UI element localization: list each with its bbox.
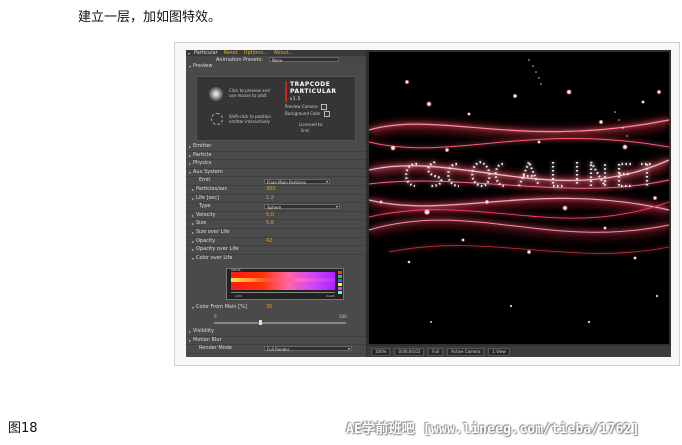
- preview-box[interactable]: Click to preview and use mouse to orbit …: [196, 76, 356, 141]
- effect-name: Particular: [194, 50, 218, 56]
- opacity-row: ▸ Opacity 42: [186, 238, 366, 247]
- resolution-dropdown[interactable]: Full: [428, 347, 444, 356]
- trapcode-logo: TRAPCODE PARTICULAR v1.5: [285, 81, 337, 102]
- emit-row: Emit From Main Particles: [186, 177, 366, 186]
- color-from-main-value[interactable]: 35: [266, 304, 272, 312]
- color-from-main-slider[interactable]: [214, 322, 346, 324]
- particles-sec-row: ▸ Particles/sec 300: [186, 186, 366, 195]
- animation-presets-row: Animation Presets: None: [186, 56, 366, 63]
- licensee-name: linni: [301, 128, 310, 133]
- slider-max-label: 100: [339, 314, 347, 319]
- effect-controls-panel: ▾ Particular Reset Options... About... A…: [186, 50, 366, 357]
- background-color-option[interactable]: Background Color: [285, 111, 330, 117]
- motion-blur-row[interactable]: ▸ Motion Blur: [186, 337, 366, 346]
- background-color-checkbox[interactable]: [323, 111, 330, 117]
- grad-left-label: birth: [235, 294, 243, 298]
- reset-link[interactable]: Reset: [224, 50, 238, 56]
- animation-presets-label: Animation Presets:: [216, 56, 263, 63]
- preview-hint-2: Shift-click to position emitter interact…: [229, 114, 271, 124]
- size-value[interactable]: 5.8: [266, 220, 274, 228]
- gradient-markers: [231, 292, 335, 295]
- slider-min-label: 0: [214, 314, 217, 319]
- particles-sec-value[interactable]: 300: [266, 186, 276, 194]
- light-streaks-haze: [369, 119, 669, 237]
- physics-row[interactable]: ▸ Physics: [186, 160, 366, 169]
- emitter-row[interactable]: ▸ Emitter: [186, 143, 366, 152]
- preview-section-row[interactable]: ▾ Preview: [186, 63, 366, 71]
- camera-dropdown[interactable]: Active Camera: [447, 347, 485, 356]
- render-mode-dropdown[interactable]: Full Render: [264, 346, 352, 352]
- type-row: Type Sphere: [186, 203, 366, 212]
- comp-viewer-toolbar: 100% 0;00;00;02 Full Active Camera 1 Vie…: [367, 346, 671, 357]
- preview-camera-option[interactable]: Preview Camera: [285, 104, 327, 110]
- render-mode-row: Render Mode Full Render: [186, 345, 366, 354]
- position-emitter-icon: [211, 113, 223, 125]
- type-dropdown[interactable]: Sphere: [264, 204, 340, 210]
- preview-orb-icon[interactable]: [209, 87, 223, 101]
- opacity-value[interactable]: 42: [266, 238, 272, 246]
- velocity-row: ▸ Velocity 0.0: [186, 212, 366, 221]
- preview-hint-1: Click to preview and use mouse to orbit: [229, 88, 270, 98]
- color-from-main-row: ▾ Color From Main [%] 35: [192, 304, 273, 312]
- caption-top: 建立一层，加如图特效。: [78, 10, 222, 25]
- composition-viewer[interactable]: [369, 52, 669, 344]
- grad-right-label: death: [326, 294, 335, 298]
- preview-camera-checkbox[interactable]: [320, 104, 327, 110]
- zoom-dropdown[interactable]: 100%: [371, 347, 391, 356]
- emit-dropdown[interactable]: From Main Particles: [264, 178, 330, 185]
- particle-trail: [528, 59, 628, 137]
- watermark: AE学前班吧 [www.lineeg.com/tieba/1762]: [346, 422, 640, 437]
- caption-bottom: 图18: [8, 421, 38, 436]
- life-row: ▸ Life [sec] 1.2: [186, 195, 366, 204]
- timecode[interactable]: 0;00;00;02: [394, 347, 425, 356]
- color-over-life-editor[interactable]: SPACE birth death: [226, 268, 344, 300]
- options-link[interactable]: Options...: [244, 50, 268, 56]
- particle-render: [369, 59, 669, 324]
- ae-screenshot: ▾ Particular Reset Options... About... A…: [186, 50, 671, 357]
- preview-label: Preview: [193, 63, 213, 69]
- size-over-life-row[interactable]: ▸ Size over Life: [186, 229, 366, 238]
- particle-row[interactable]: ▸ Particle: [186, 152, 366, 161]
- slider-knob[interactable]: [259, 320, 263, 325]
- color-over-life-row[interactable]: ▾ Color over Life: [186, 255, 366, 263]
- view-layout-dropdown[interactable]: 1 View: [488, 347, 510, 356]
- twirl-icon[interactable]: ▾: [188, 51, 190, 56]
- velocity-value[interactable]: 0.0: [266, 212, 274, 220]
- visibility-row[interactable]: ▸ Visibility: [186, 328, 366, 337]
- life-value[interactable]: 1.2: [266, 195, 274, 203]
- about-link[interactable]: About...: [274, 50, 294, 56]
- color-strip: [231, 278, 335, 282]
- animation-presets-dropdown[interactable]: None: [268, 57, 339, 63]
- licensed-to-label: Licensed to:: [299, 122, 324, 127]
- aux-system-row[interactable]: ▾ Aux System: [186, 169, 366, 178]
- composition-panel: 100% 0;00;00;02 Full Active Camera 1 Vie…: [367, 50, 671, 357]
- preset-swatches[interactable]: [338, 271, 342, 295]
- opacity-over-life-row[interactable]: ▸ Opacity over Life: [186, 246, 366, 255]
- size-row: ▸ Size 5.8: [186, 220, 366, 229]
